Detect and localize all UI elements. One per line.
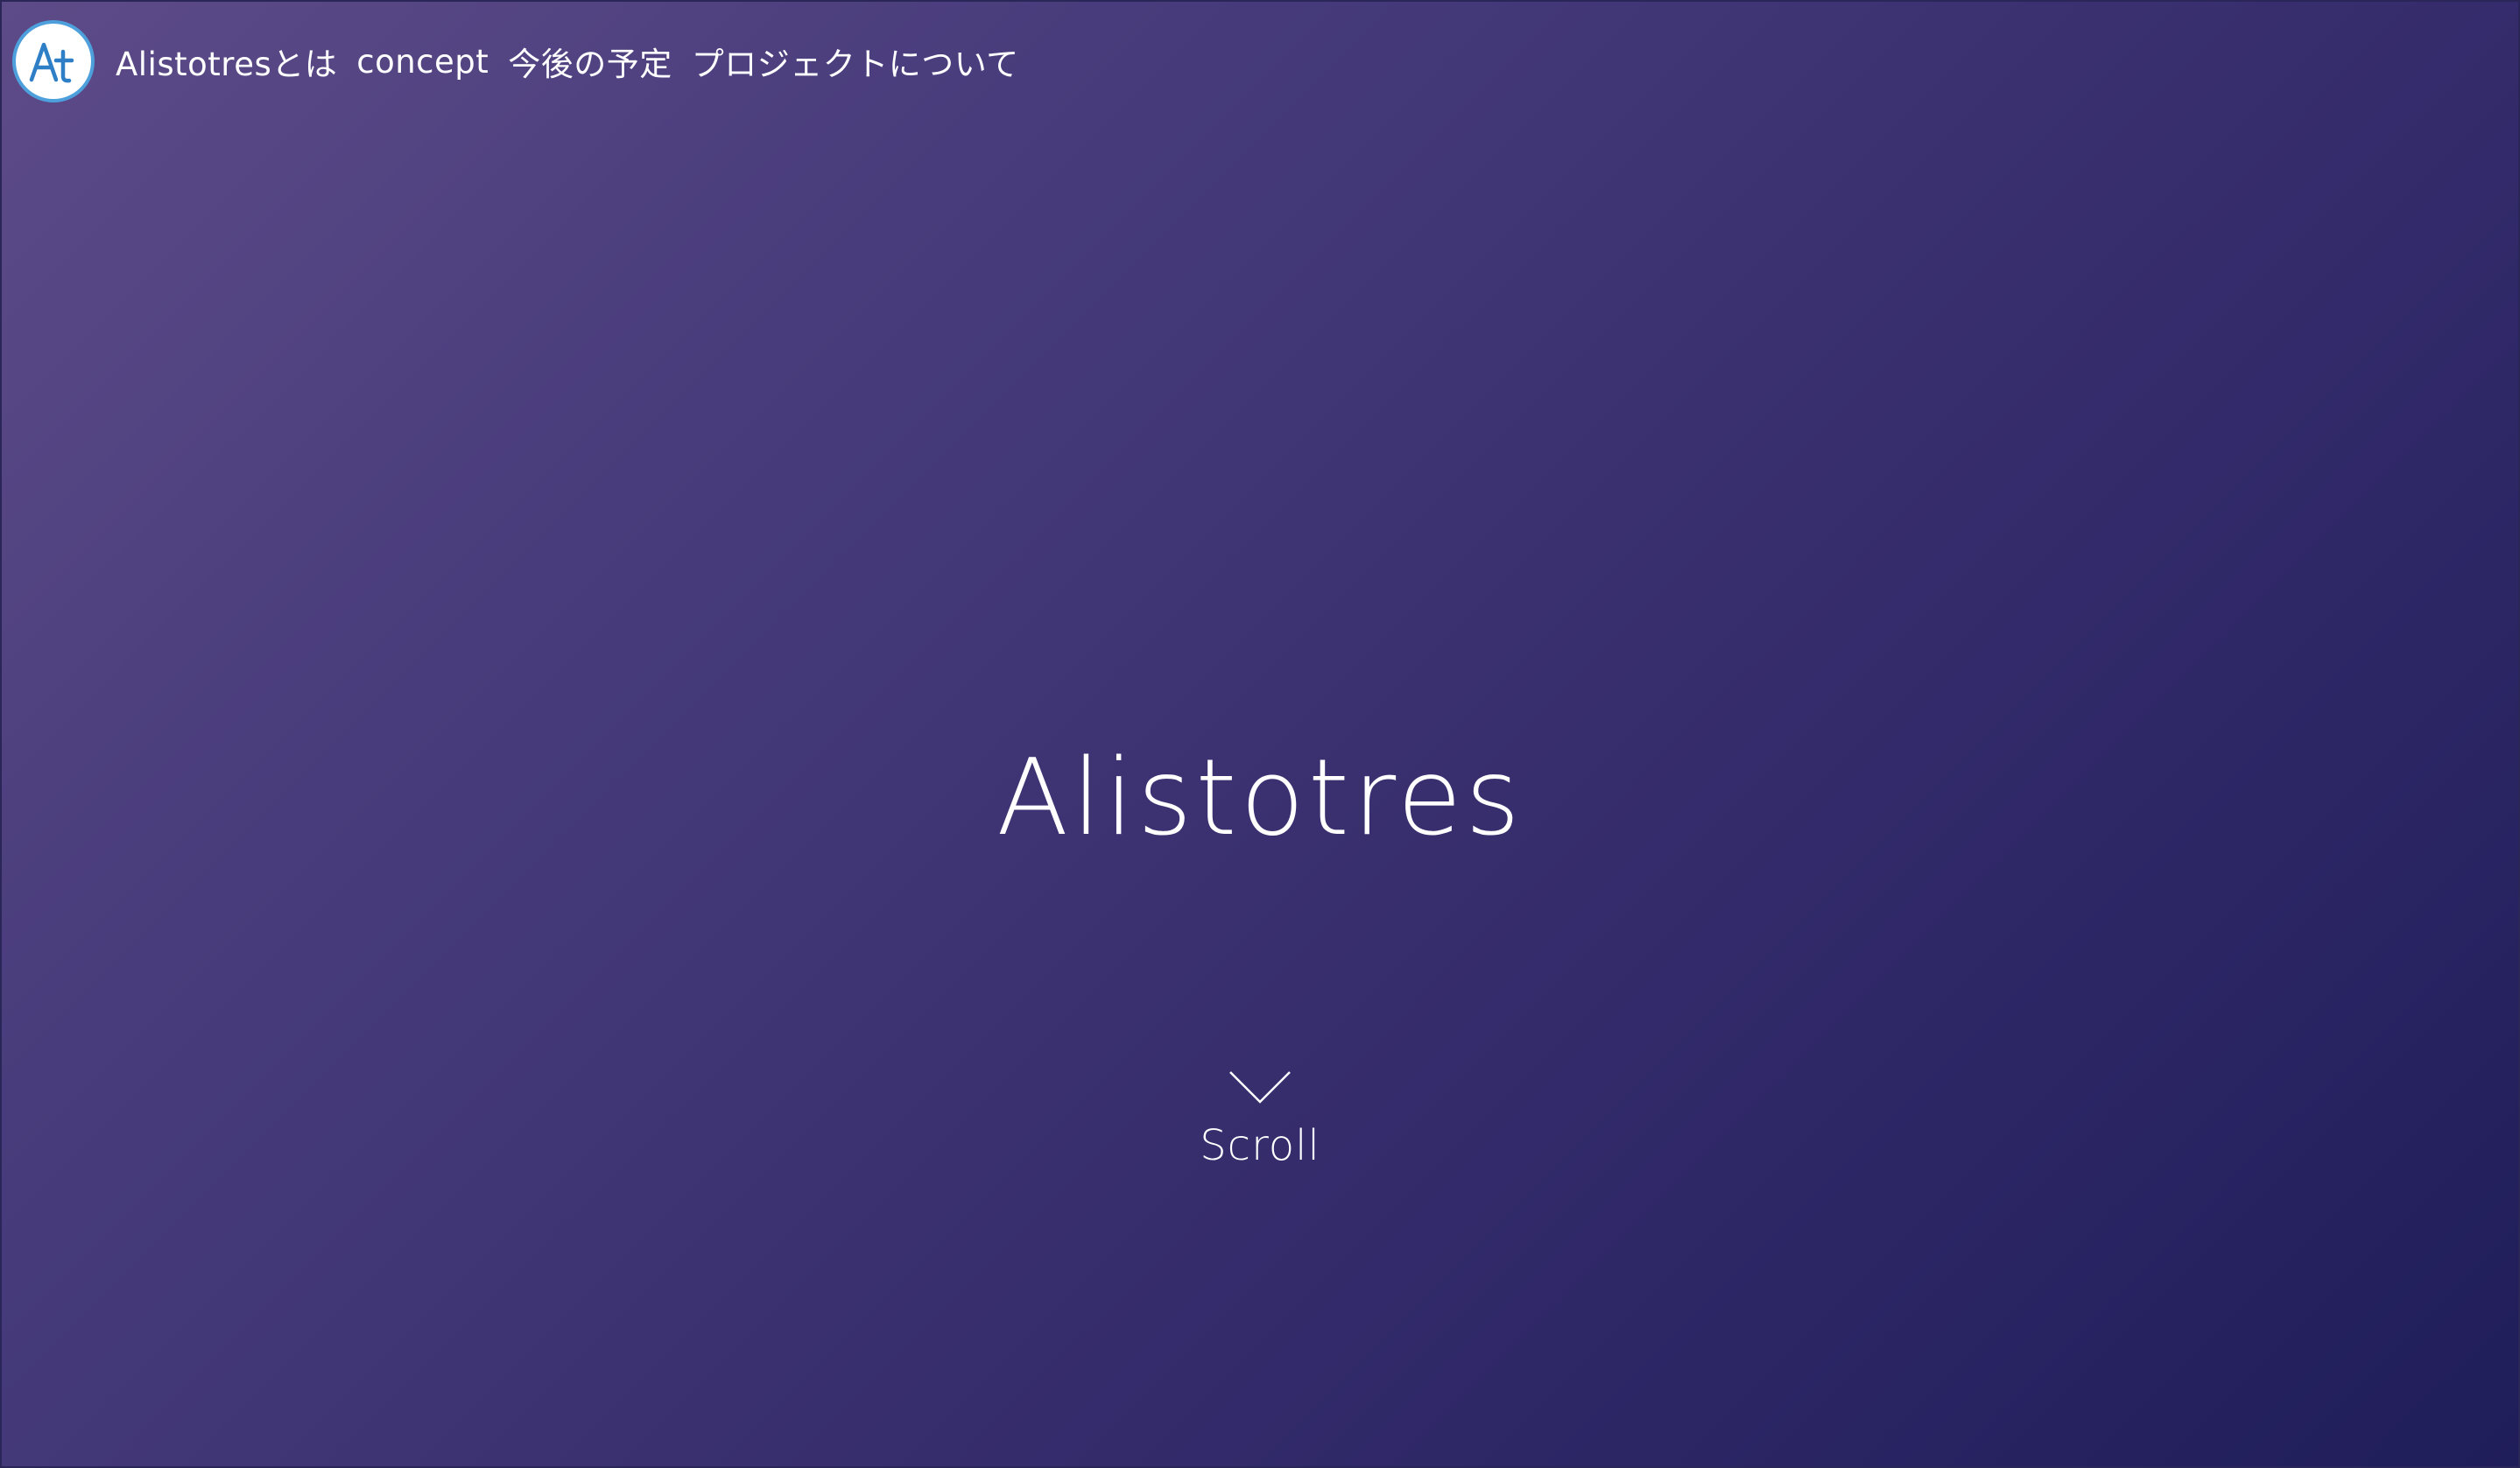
hero-title: Alistotres	[996, 738, 1524, 860]
scroll-indicator[interactable]: Scroll	[2, 1070, 2518, 1170]
nav-item-project[interactable]: プロジェクトについて	[692, 38, 1019, 85]
brand-logo-icon	[29, 42, 74, 83]
site-header: Alistotresとは concept 今後の予定 プロジェクトについて	[12, 18, 1038, 105]
scroll-label: Scroll	[1200, 1121, 1320, 1170]
chevron-down-icon	[1229, 1071, 1291, 1104]
brand-logo[interactable]	[12, 20, 95, 102]
nav-item-schedule[interactable]: 今後の予定	[508, 38, 672, 85]
main-nav: Alistotresとは concept 今後の予定 プロジェクトについて	[116, 38, 1038, 85]
hero-page: Alistotresとは concept 今後の予定 プロジェクトについて Al…	[0, 0, 2520, 1468]
nav-item-concept[interactable]: concept	[356, 43, 489, 81]
nav-item-about[interactable]: Alistotresとは	[116, 38, 337, 85]
